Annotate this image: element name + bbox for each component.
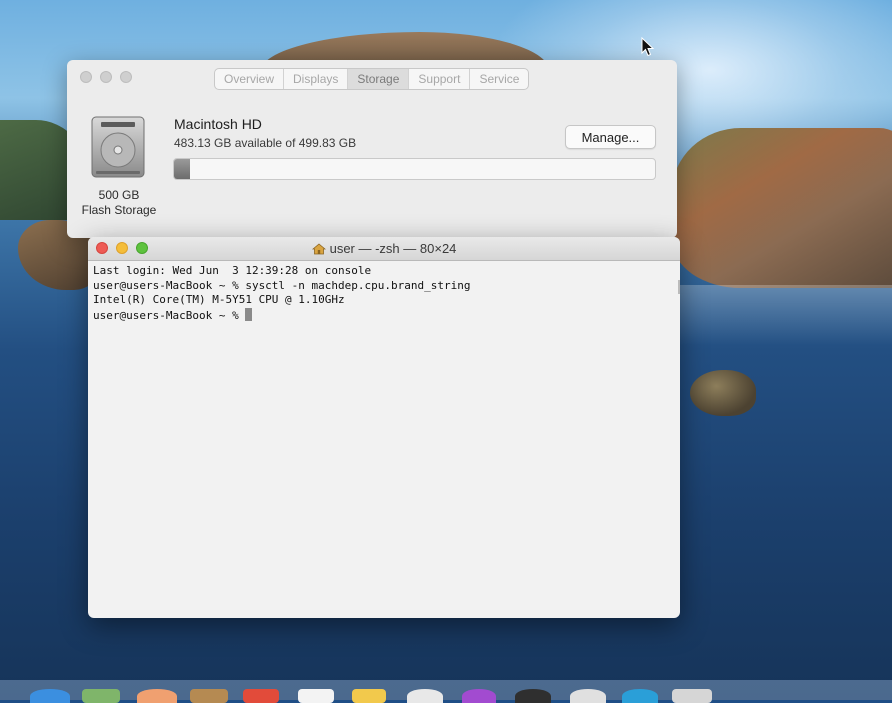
terminal-output[interactable]: Last login: Wed Jun 3 12:39:28 on consol…	[93, 264, 675, 613]
app-icon[interactable]	[672, 689, 712, 703]
terminal-cursor	[245, 307, 253, 321]
finder-icon[interactable]	[30, 689, 70, 703]
tab-support[interactable]: Support	[409, 69, 471, 89]
disk-capacity-size: 500 GB	[98, 188, 140, 202]
terminal-title-text: user — -zsh — 80×24	[329, 241, 457, 256]
photos-icon[interactable]	[137, 689, 177, 703]
home-icon	[311, 242, 326, 254]
terminal-line: Last login: Wed Jun 3 12:39:28 on consol…	[93, 264, 372, 277]
sea-rock	[690, 370, 756, 416]
tab-overview[interactable]: Overview	[215, 69, 285, 89]
disk-capacity: 500 GB Flash Storage	[77, 188, 161, 218]
terminal-prompt-line[interactable]: user@users-MacBook ~ %	[93, 307, 675, 324]
disk-capacity-type: Flash Storage	[81, 203, 157, 217]
mouse-pointer-icon	[641, 37, 655, 57]
terminal-prompt: user@users-MacBook ~ %	[93, 308, 246, 322]
app-icon[interactable]	[515, 689, 551, 703]
app-icon[interactable]	[622, 689, 658, 703]
sea-foam	[680, 285, 892, 345]
storage-used-fill	[174, 159, 190, 179]
notes-icon[interactable]	[190, 689, 228, 703]
tab-storage[interactable]: Storage	[348, 69, 410, 89]
preview-icon[interactable]	[82, 689, 120, 703]
terminal-line: Intel(R) Core(TM) M-5Y51 CPU @ 1.10GHz	[93, 293, 345, 306]
terminal-window[interactable]: user — -zsh — 80×24 Last login: Wed Jun …	[88, 237, 680, 618]
system-information-window: Overview Displays Storage Support Servic…	[67, 60, 677, 238]
terminal-line: user@users-MacBook ~ % sysctl -n machdep…	[93, 278, 471, 292]
disk-available: 483.13 GB available of 499.83 GB	[174, 136, 357, 150]
close-button[interactable]	[80, 71, 92, 83]
island-right	[672, 128, 892, 288]
zoom-button[interactable]	[120, 71, 132, 83]
hard-drive-icon	[91, 116, 145, 178]
app-icon[interactable]	[462, 689, 496, 703]
tab-displays[interactable]: Displays	[284, 69, 349, 89]
calendar-icon[interactable]	[243, 689, 279, 703]
tab-service[interactable]: Service	[470, 69, 528, 89]
window-controls	[80, 71, 132, 83]
terminal-titlebar[interactable]: user — -zsh — 80×24	[88, 237, 680, 261]
app-icon[interactable]	[407, 689, 443, 703]
disk-name: Macintosh HD	[174, 116, 262, 132]
terminal-title: user — -zsh — 80×24	[88, 241, 680, 256]
app-icon[interactable]	[570, 689, 606, 703]
minimize-button[interactable]	[100, 71, 112, 83]
terminal-scrollbar[interactable]	[678, 280, 680, 294]
manage-button[interactable]: Manage...	[565, 125, 656, 149]
stickies-icon[interactable]	[352, 689, 386, 703]
storage-usage-bar	[173, 158, 656, 180]
dock	[0, 680, 892, 700]
reminders-icon[interactable]	[298, 689, 334, 703]
tab-bar: Overview Displays Storage Support Servic…	[214, 68, 530, 90]
